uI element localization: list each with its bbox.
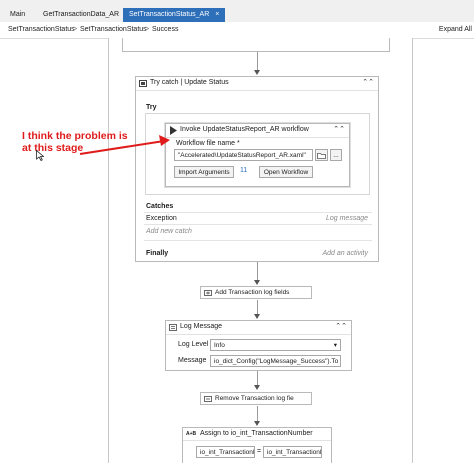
annotation-arrow-icon xyxy=(79,135,170,155)
cursor-icon xyxy=(36,150,44,161)
